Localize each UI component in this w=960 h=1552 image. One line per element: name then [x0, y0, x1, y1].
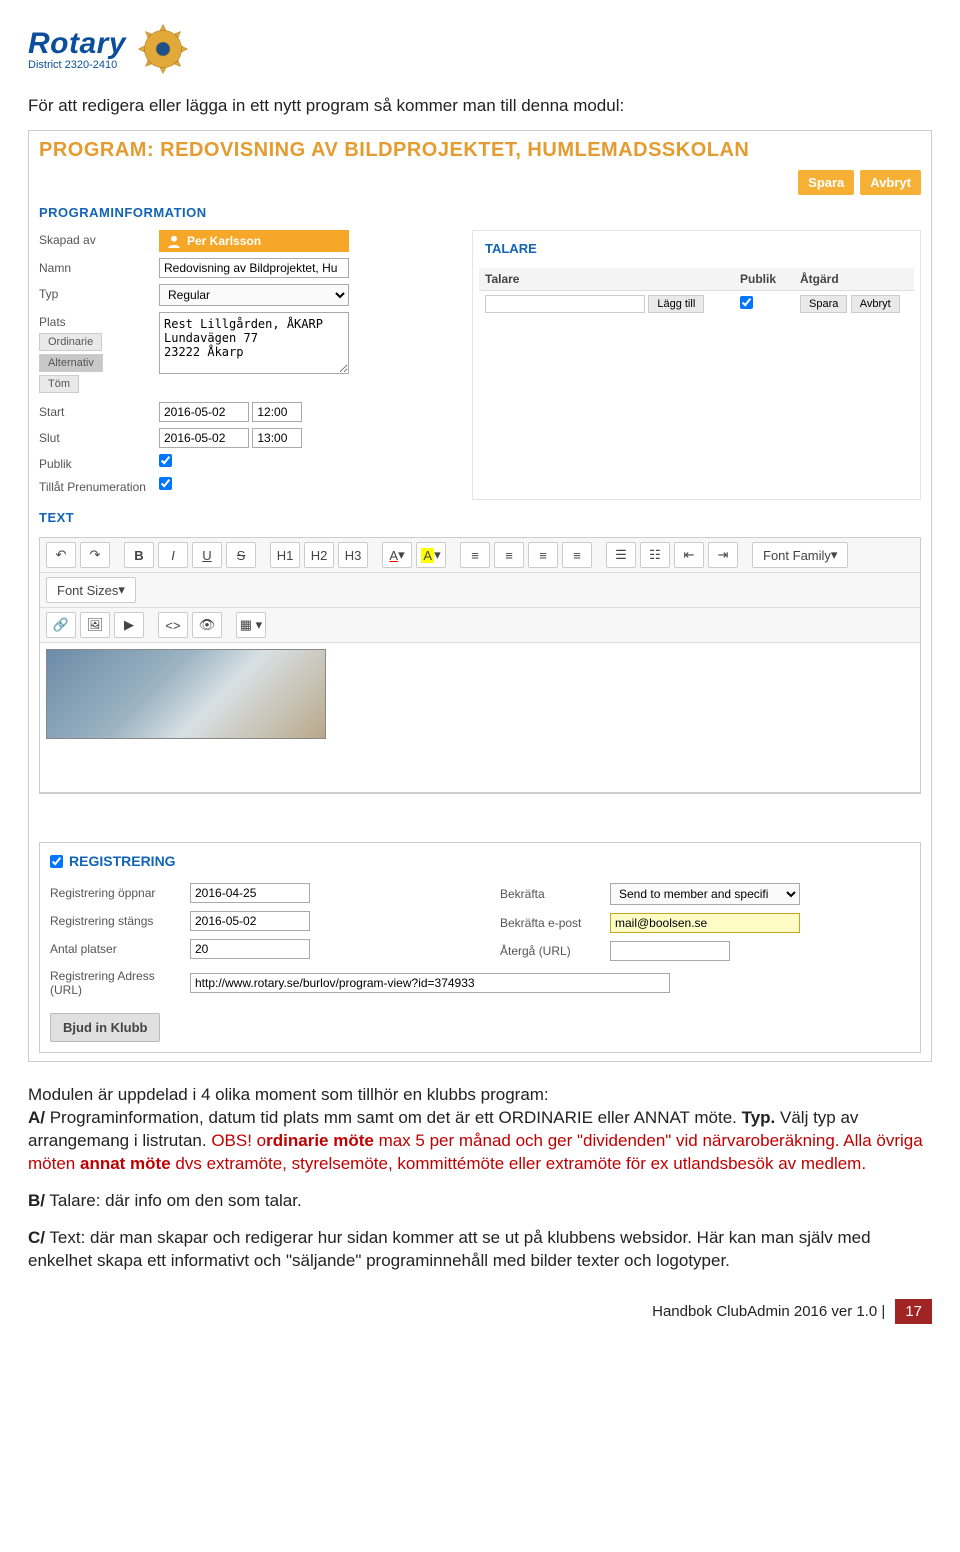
h1-button[interactable]: H1	[270, 542, 300, 568]
registration-section: REGISTRERING Registrering öppnar Registr…	[39, 842, 921, 1053]
label-publik: Publik	[39, 454, 159, 471]
talare-heading: TALARE	[479, 237, 914, 260]
reg-close-input[interactable]	[190, 911, 310, 931]
plats-alternativ-button[interactable]: Alternativ	[39, 354, 103, 372]
subscription-checkbox[interactable]	[159, 477, 172, 490]
indent-icon[interactable]: ⇥	[708, 542, 738, 568]
cancel-button[interactable]: Avbryt	[860, 170, 921, 195]
reg-url-input[interactable]	[190, 973, 670, 993]
end-date-input[interactable]	[159, 428, 249, 448]
font-family-select[interactable]: Font Family ▾	[752, 542, 848, 568]
label-antal: Antal platser	[50, 942, 190, 956]
page-number-badge: 17	[895, 1299, 932, 1324]
save-button[interactable]: Spara	[798, 170, 854, 195]
code-icon[interactable]: <>	[158, 612, 188, 638]
font-size-select[interactable]: Font Sizes ▾	[46, 577, 136, 603]
media-icon[interactable]: ▶	[114, 612, 144, 638]
logo-subtitle: District 2320-2410	[28, 59, 126, 71]
reg-seats-input[interactable]	[190, 939, 310, 959]
link-icon[interactable]: 🔗	[46, 612, 76, 638]
align-right-icon[interactable]: ≡	[528, 542, 558, 568]
preview-icon[interactable]: 👁	[192, 612, 222, 638]
table-icon[interactable]: ▦ ▾	[236, 612, 266, 638]
registration-heading: REGISTRERING	[69, 853, 176, 869]
bullet-list-icon[interactable]: ☰	[606, 542, 636, 568]
plats-tom-button[interactable]: Töm	[39, 375, 79, 393]
editor-content[interactable]	[40, 643, 920, 793]
align-justify-icon[interactable]: ≡	[562, 542, 592, 568]
outdent-icon[interactable]: ⇤	[674, 542, 704, 568]
undo-icon[interactable]: ↶	[46, 542, 76, 568]
label-plats: Plats Ordinarie Alternativ Töm	[39, 312, 159, 396]
label-tillat: Tillåt Prenumeration	[39, 477, 159, 494]
label-reg-stangs: Registrering stängs	[50, 914, 190, 928]
plats-ordinarie-button[interactable]: Ordinarie	[39, 333, 102, 351]
redo-icon[interactable]: ↷	[80, 542, 110, 568]
rotary-gear-icon	[134, 20, 192, 78]
reg-open-input[interactable]	[190, 883, 310, 903]
name-input[interactable]	[159, 258, 349, 278]
plats-textarea[interactable]: Rest Lillgården, ÅKARP Lundavägen 77 232…	[159, 312, 349, 374]
user-icon	[167, 234, 181, 248]
return-url-input[interactable]	[610, 941, 730, 961]
bold-button[interactable]: B	[124, 542, 154, 568]
col-atgard: Åtgärd	[794, 268, 914, 291]
label-start: Start	[39, 402, 159, 419]
label-reg-oppnar: Registrering öppnar	[50, 886, 190, 900]
align-left-icon[interactable]: ≡	[460, 542, 490, 568]
underline-button[interactable]: U	[192, 542, 222, 568]
lagg-till-button[interactable]: Lägg till	[648, 295, 704, 313]
label-typ: Typ	[39, 284, 159, 301]
confirm-email-input[interactable]	[610, 913, 800, 933]
label-reg-url: Registrering Adress (URL)	[50, 969, 190, 997]
image-icon[interactable]: 🖼	[80, 612, 110, 638]
footer-text: Handbok ClubAdmin 2016 ver 1.0 |	[652, 1303, 885, 1320]
text-color-button[interactable]: A ▾	[382, 542, 412, 568]
h2-button[interactable]: H2	[304, 542, 334, 568]
table-row: Lägg till Spara Avbryt	[479, 291, 914, 318]
h3-button[interactable]: H3	[338, 542, 368, 568]
talare-name-input[interactable]	[485, 295, 645, 313]
talare-avbryt-button[interactable]: Avbryt	[851, 295, 900, 313]
talare-publik-checkbox[interactable]	[740, 296, 753, 309]
end-time-input[interactable]	[252, 428, 302, 448]
logo-word: Rotary	[28, 27, 126, 61]
intro-text: För att redigera eller lägga in ett nytt…	[28, 96, 932, 116]
bg-color-button[interactable]: A ▾	[416, 542, 446, 568]
start-time-input[interactable]	[252, 402, 302, 422]
number-list-icon[interactable]: ☷	[640, 542, 670, 568]
registration-enable-checkbox[interactable]	[50, 855, 63, 868]
page-title: PROGRAM: REDOVISNING AV BILDPROJEKTET, H…	[39, 139, 921, 162]
type-select[interactable]: Regular	[159, 284, 349, 306]
label-bekrafta-epost: Bekräfta e-post	[500, 916, 610, 930]
confirm-select[interactable]: Send to member and specifi	[610, 883, 800, 905]
label-skapad: Skapad av	[39, 230, 159, 247]
label-aterga: Återgå (URL)	[500, 944, 610, 958]
italic-button[interactable]: I	[158, 542, 188, 568]
align-center-icon[interactable]: ≡	[494, 542, 524, 568]
strike-button[interactable]: S	[226, 542, 256, 568]
invite-club-button[interactable]: Bjud in Klubb	[50, 1013, 160, 1042]
header-logo: Rotary District 2320-2410	[28, 12, 932, 96]
label-slut: Slut	[39, 428, 159, 445]
rich-text-editor: ↶ ↷ B I U S H1 H2 H3 A ▾ A ▾ ≡ ≡	[39, 537, 921, 794]
label-namn: Namn	[39, 258, 159, 275]
content-image	[46, 649, 326, 739]
col-talare: Talare	[479, 268, 734, 291]
programinfo-heading: PROGRAMINFORMATION	[39, 205, 921, 220]
page-footer: Handbok ClubAdmin 2016 ver 1.0 | 17	[28, 1299, 932, 1324]
talare-spara-button[interactable]: Spara	[800, 295, 847, 313]
app-screenshot: PROGRAM: REDOVISNING AV BILDPROJEKTET, H…	[28, 130, 932, 1062]
document-body: Modulen är uppdelad i 4 olika moment som…	[28, 1084, 932, 1273]
col-publik: Publik	[734, 268, 794, 291]
publik-checkbox[interactable]	[159, 454, 172, 467]
created-by-user: Per Karlsson	[159, 230, 349, 252]
start-date-input[interactable]	[159, 402, 249, 422]
label-bekrafta: Bekräfta	[500, 887, 610, 901]
text-heading: TEXT	[39, 510, 921, 525]
talare-table: Talare Publik Åtgärd Lägg till Spara Avb…	[479, 268, 914, 317]
